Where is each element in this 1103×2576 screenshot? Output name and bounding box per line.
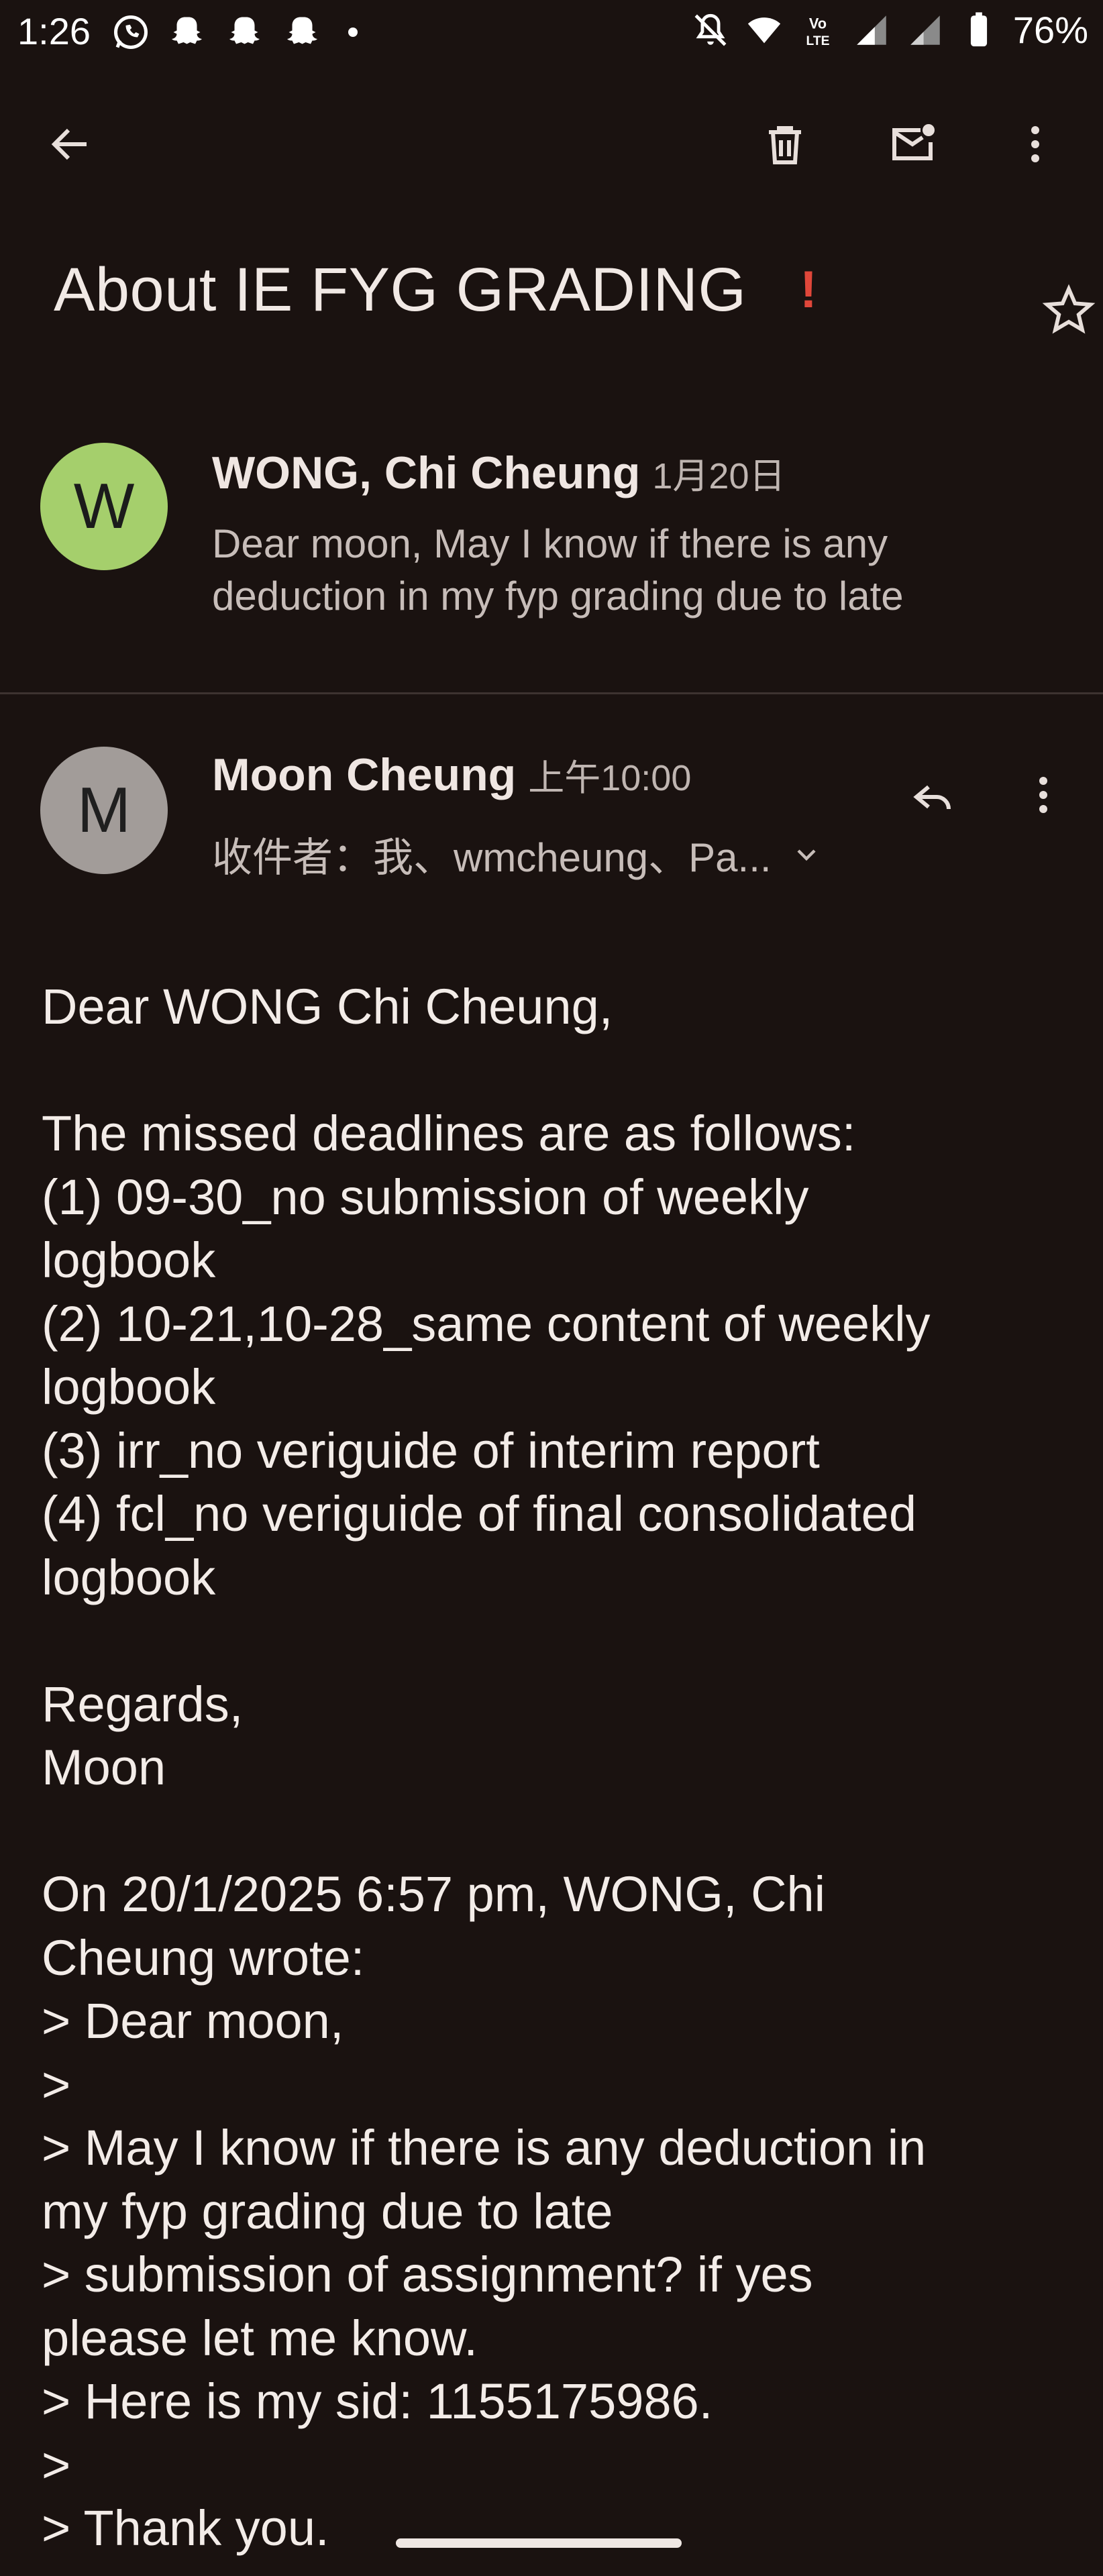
svg-text:LTE: LTE	[806, 34, 829, 48]
sender-name: WONG, Chi Cheung	[212, 447, 641, 498]
body-line: > submission of assignment? if yes	[42, 2247, 813, 2302]
mail-unread-icon	[892, 124, 935, 160]
signal-icon	[857, 15, 886, 45]
body-line: On 20/1/2025 6:57 pm, WONG, Chi	[42, 1866, 826, 1922]
recipients-toggle[interactable]: 收件者：我、wmcheung、Pa...	[212, 825, 823, 883]
body-line: > May I know if there is any deduction i…	[42, 2120, 927, 2176]
battery-percentage: 76%	[1012, 9, 1088, 51]
message-date: 1月20日	[652, 456, 786, 496]
body-line	[42, 1039, 1075, 1103]
message-body: Dear WONG Chi Cheung, The missed deadlin…	[42, 975, 1075, 2561]
more-notifications-dot	[348, 28, 358, 37]
body-line: Dear WONG Chi Cheung,	[42, 979, 613, 1034]
battery-icon	[970, 11, 987, 46]
body-line: (3) irr_no veriguide of interim report	[42, 1422, 820, 1479]
chevron-down-icon	[797, 849, 816, 861]
status-time: 1:26	[17, 10, 91, 52]
mark-unread-button[interactable]	[876, 107, 949, 181]
body-line: >	[42, 2056, 71, 2112]
body-line: (2) 10-21,10-28_same content of weekly	[42, 1295, 931, 1352]
snapchat-icon	[172, 17, 202, 44]
wifi-icon	[747, 17, 781, 43]
body-line: logbook	[42, 1549, 216, 1605]
message-header: WONG, Chi Cheung 1月20日	[212, 446, 785, 499]
snapchat-icon	[229, 17, 260, 44]
notification-icons	[111, 12, 358, 52]
body-line: The missed deadlines are as follows:	[42, 1106, 856, 1161]
signal-icon	[910, 15, 940, 45]
body-line: please let me know.	[42, 2310, 478, 2366]
body-line: (4) fcl_no veriguide of final consolidat…	[42, 1486, 916, 1542]
message-header: Moon Cheung 上午10:00	[212, 748, 691, 801]
delete-button[interactable]	[748, 107, 822, 181]
email-subject: About IE FYG GRADING	[54, 256, 747, 324]
back-button[interactable]	[34, 107, 107, 181]
body-line: > Dear moon,	[42, 1993, 344, 2049]
body-line: Regards,	[42, 1676, 244, 1732]
body-line	[42, 1800, 1075, 1864]
importance-marker: !	[800, 260, 817, 319]
whatsapp-icon	[114, 15, 148, 49]
body-line: >	[42, 2436, 71, 2493]
body-line: Moon	[42, 1739, 166, 1795]
star-button[interactable]	[1040, 282, 1103, 356]
more-vertical-icon	[1031, 126, 1039, 162]
avatar: M	[40, 747, 168, 874]
body-line: logbook	[42, 1359, 216, 1415]
message-snippet: Dear moon, May I know if there is any de…	[212, 521, 904, 619]
arrow-left-icon	[51, 128, 87, 160]
recipients-text: 收件者：我、wmcheung、Pa...	[212, 835, 772, 880]
system-icons: Vo LTE 76%	[691, 8, 1088, 52]
more-options-button[interactable]	[998, 107, 1072, 181]
body-line: my fyp grading due to late	[42, 2183, 613, 2239]
body-line: (1) 09-30_no submission of weekly	[42, 1169, 809, 1225]
sender-name: Moon Cheung	[212, 749, 517, 800]
message-more-button[interactable]	[1006, 758, 1080, 832]
home-indicator[interactable]	[396, 2538, 682, 2548]
body-line: logbook	[42, 1232, 216, 1288]
subject-row: About IE FYG GRADING !	[54, 255, 1096, 342]
trash-icon	[769, 126, 801, 164]
body-line: > Thank you.	[42, 2500, 329, 2556]
svg-text:Vo: Vo	[809, 15, 827, 32]
body-line: Cheung wrote:	[42, 1929, 365, 1986]
message-date: 上午10:00	[528, 758, 692, 798]
more-vertical-icon	[1039, 777, 1047, 813]
body-line: > Here is my sid: 1155175986.	[42, 2373, 713, 2429]
message-divider	[0, 692, 1103, 694]
body-line	[42, 1609, 1075, 1673]
snapchat-icon	[287, 17, 317, 44]
reply-button[interactable]	[896, 758, 969, 832]
volte-icon: Vo LTE	[806, 15, 829, 48]
bell-off-icon	[694, 13, 727, 46]
reply-icon	[913, 785, 951, 810]
star-outline-icon	[1042, 284, 1096, 334]
avatar: W	[40, 443, 168, 570]
top-app-bar	[0, 107, 1103, 188]
status-bar: 1:26 Vo LTE 76%	[0, 0, 1103, 67]
